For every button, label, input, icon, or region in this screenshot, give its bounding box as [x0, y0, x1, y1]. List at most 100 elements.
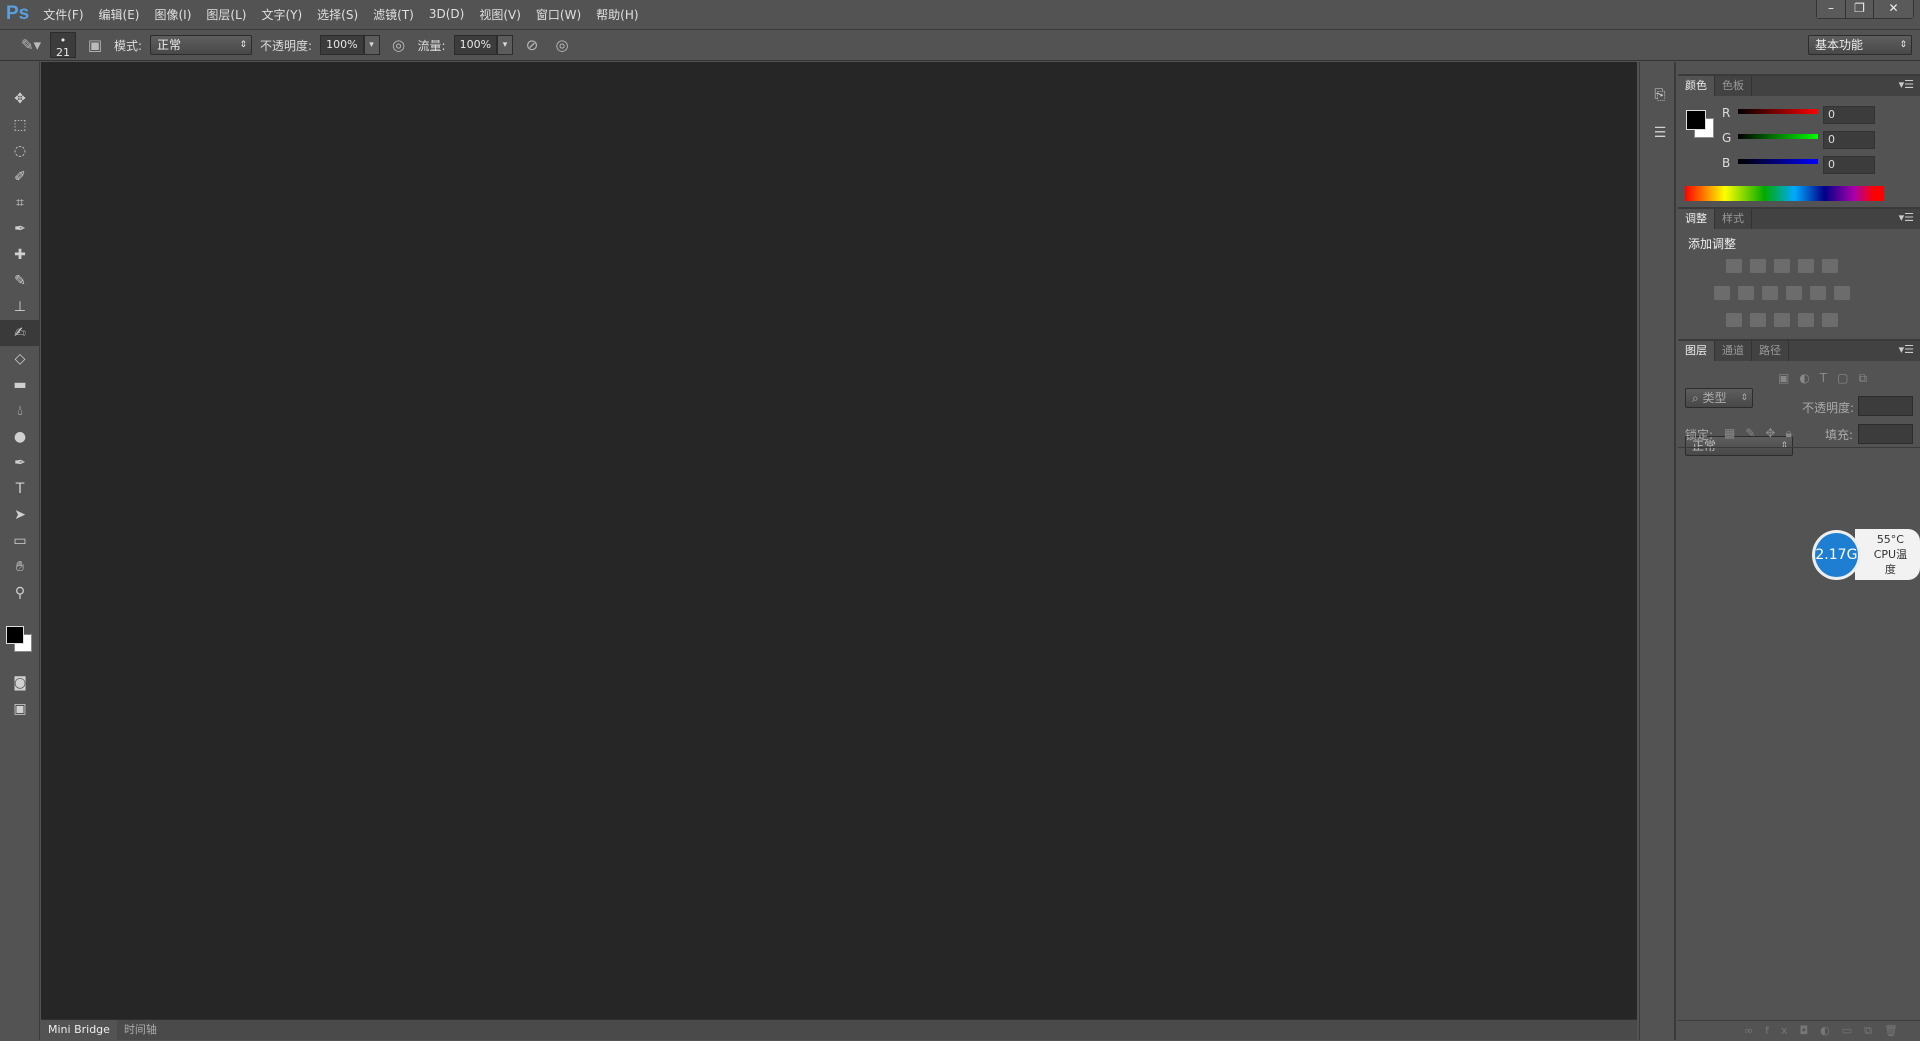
- tool-preset-icon[interactable]: ✎▾: [20, 36, 42, 54]
- close-button[interactable]: ✕: [1873, 0, 1913, 18]
- pen-tool-icon[interactable]: ✒: [0, 450, 40, 476]
- menu-1[interactable]: 编辑(E): [99, 6, 140, 23]
- healing-brush-tool-icon[interactable]: ✚: [0, 242, 40, 268]
- adjustment-icon[interactable]: [1750, 259, 1766, 273]
- layer-filter-icons[interactable]: ▣◐T▢⧉: [1778, 371, 1877, 386]
- menu-0[interactable]: 文件(F): [43, 6, 83, 23]
- foreground-color-swatch[interactable]: [1686, 110, 1706, 130]
- workspace-select[interactable]: 基本功能 ⇕: [1808, 35, 1912, 55]
- path-selection-tool-icon[interactable]: ➤: [0, 502, 40, 528]
- adjustment-icon[interactable]: [1810, 286, 1826, 300]
- brush-panel-icon[interactable]: ▣: [84, 36, 106, 54]
- tab-paths[interactable]: 路径: [1752, 341, 1789, 361]
- eraser-tool-icon[interactable]: ◇: [0, 346, 40, 372]
- flow-dropdown[interactable]: ▾: [497, 35, 514, 55]
- minimize-button[interactable]: –: [1817, 0, 1845, 18]
- menu-8[interactable]: 视图(V): [479, 6, 521, 23]
- tab-swatches[interactable]: 色板: [1715, 76, 1752, 96]
- dodge-tool-icon[interactable]: ●: [0, 424, 40, 450]
- type-tool-icon[interactable]: T: [0, 476, 40, 502]
- menu-10[interactable]: 帮助(H): [596, 6, 638, 23]
- brush-size-picker[interactable]: • 21: [50, 32, 76, 59]
- flow-input[interactable]: 100%: [453, 35, 498, 55]
- adjustment-icon[interactable]: [1822, 313, 1838, 327]
- quick-mask-icon[interactable]: ◙: [0, 670, 40, 696]
- zoom-tool-icon[interactable]: ⚲: [0, 580, 40, 606]
- rectangle-tool-icon[interactable]: ▭: [0, 528, 40, 554]
- menu-7[interactable]: 3D(D): [429, 7, 464, 21]
- tab-mini-bridge[interactable]: Mini Bridge: [41, 1020, 117, 1040]
- fg-bg-color-swatches[interactable]: [0, 620, 39, 670]
- r-input[interactable]: 0: [1823, 106, 1875, 124]
- tab-adjustments[interactable]: 调整: [1678, 209, 1715, 229]
- g-slider[interactable]: [1738, 134, 1818, 139]
- lasso-tool-icon[interactable]: ◌: [0, 138, 40, 164]
- canvas-area[interactable]: [41, 62, 1637, 1019]
- menu-4[interactable]: 文字(Y): [261, 6, 302, 23]
- pressure-opacity-icon[interactable]: ◎: [388, 36, 410, 54]
- history-panel-icon[interactable]: ⎘: [1640, 82, 1680, 108]
- properties-panel-icon[interactable]: ☰: [1640, 120, 1680, 146]
- tab-channels[interactable]: 通道: [1715, 341, 1752, 361]
- layer-filter-select[interactable]: ⌕ 类型 ⇕: [1685, 388, 1753, 408]
- adjustment-icon[interactable]: [1774, 313, 1790, 327]
- pressure-size-icon[interactable]: ◎: [551, 36, 573, 54]
- menu-2[interactable]: 图像(I): [154, 6, 191, 23]
- menu-6[interactable]: 滤镜(T): [373, 6, 414, 23]
- lock-icons[interactable]: ▦✎✥🔒︎: [1724, 426, 1802, 441]
- opacity-input[interactable]: 100%: [320, 35, 364, 55]
- layer-fill-input[interactable]: [1858, 424, 1913, 444]
- airbrush-icon[interactable]: ⊘: [521, 36, 543, 54]
- tab-timeline[interactable]: 时间轴: [117, 1020, 164, 1040]
- r-label: R: [1722, 106, 1731, 120]
- screen-mode-icon[interactable]: ▣: [0, 696, 40, 722]
- menu-bar: Ps 文件(F) 编辑(E) 图像(I) 图层(L) 文字(Y) 选择(S) 滤镜(T) 3D…: [0, 0, 1920, 28]
- adjustment-icon[interactable]: [1798, 313, 1814, 327]
- crop-tool-icon[interactable]: ⌗: [0, 190, 40, 216]
- layer-actions-bar[interactable]: ∞fx◘◐▭⧉🗑︎: [1678, 1020, 1920, 1040]
- g-input[interactable]: 0: [1823, 131, 1875, 149]
- adjustment-icon[interactable]: [1786, 286, 1802, 300]
- menu-9[interactable]: 窗口(W): [536, 6, 581, 23]
- opacity-dropdown[interactable]: ▾: [363, 35, 380, 55]
- tab-styles[interactable]: 样式: [1715, 209, 1752, 229]
- tab-layers[interactable]: 图层: [1678, 341, 1715, 361]
- panel-menu-icon[interactable]: ▾☰: [1899, 211, 1914, 224]
- adjustment-icon[interactable]: [1738, 286, 1754, 300]
- adjustment-icon[interactable]: [1798, 259, 1814, 273]
- brush-tool-icon[interactable]: ✎: [0, 268, 40, 294]
- panel-menu-icon[interactable]: ▾☰: [1899, 78, 1914, 91]
- adjustment-icon[interactable]: [1774, 259, 1790, 273]
- mode-select[interactable]: 正常 ⇕: [150, 35, 253, 55]
- tab-color[interactable]: 颜色: [1678, 76, 1715, 96]
- menu-5[interactable]: 选择(S): [317, 6, 358, 23]
- blur-tool-icon[interactable]: 💧︎: [0, 398, 40, 424]
- hand-tool-icon[interactable]: ✋︎: [0, 554, 40, 580]
- adjustment-icon[interactable]: [1822, 259, 1838, 273]
- restore-button[interactable]: ❐: [1845, 0, 1873, 18]
- history-brush-tool-icon[interactable]: ✍: [0, 320, 40, 346]
- cpu-temperature: 55°C: [1876, 533, 1904, 546]
- clone-stamp-tool-icon[interactable]: ⊥: [0, 294, 40, 320]
- brush-size: 21: [56, 46, 70, 59]
- adjustment-icon[interactable]: [1834, 286, 1850, 300]
- quick-selection-tool-icon[interactable]: ✐: [0, 164, 40, 190]
- b-input[interactable]: 0: [1823, 156, 1875, 174]
- eyedropper-tool-icon[interactable]: ✒: [0, 216, 40, 242]
- adjustment-icon[interactable]: [1750, 313, 1766, 327]
- cpu-widget[interactable]: 2.17G 55°C CPU温度: [1812, 529, 1920, 580]
- marquee-tool-icon[interactable]: ⬚: [0, 112, 40, 138]
- adjustment-icon[interactable]: [1762, 286, 1778, 300]
- gradient-tool-icon[interactable]: ▬: [0, 372, 40, 398]
- layer-opacity-input[interactable]: [1858, 396, 1913, 416]
- panel-menu-icon[interactable]: ▾☰: [1899, 343, 1914, 356]
- adjustment-icon[interactable]: [1714, 286, 1730, 300]
- move-tool-icon[interactable]: ✥: [0, 86, 40, 112]
- r-slider[interactable]: [1738, 109, 1818, 114]
- adjustment-icon[interactable]: [1726, 259, 1742, 273]
- b-slider[interactable]: [1738, 159, 1818, 164]
- menu-3[interactable]: 图层(L): [206, 6, 246, 23]
- adjustment-icon[interactable]: [1726, 313, 1742, 327]
- color-spectrum[interactable]: [1685, 186, 1884, 201]
- foreground-color-icon[interactable]: [6, 626, 24, 644]
